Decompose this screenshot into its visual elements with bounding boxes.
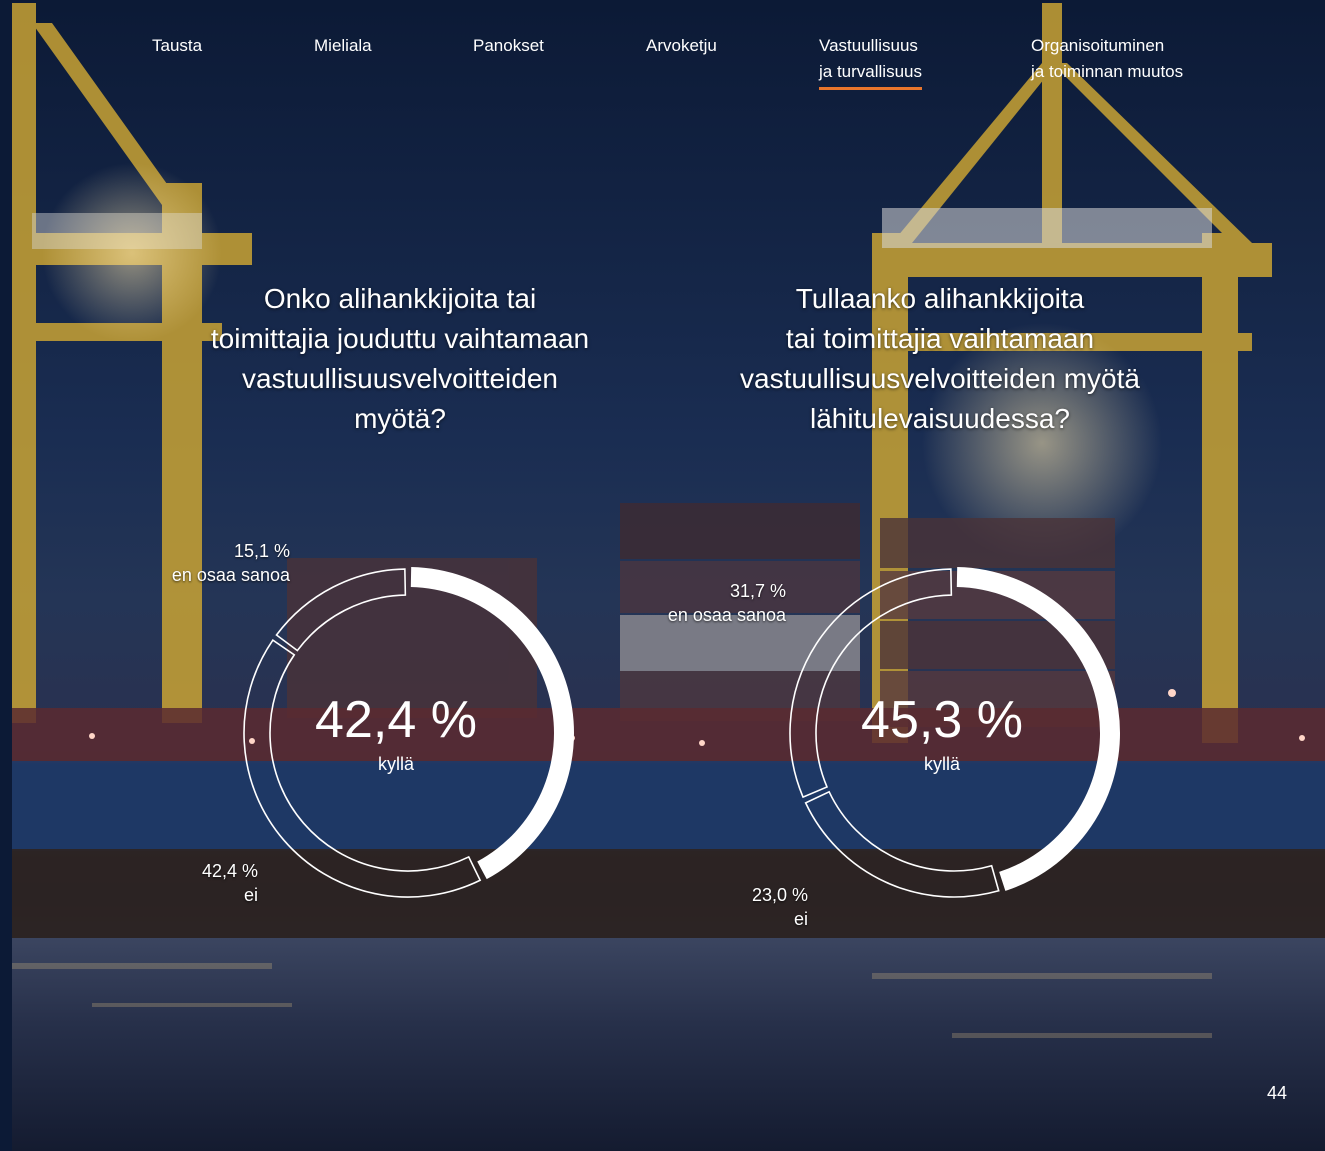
slice-value: 23,0 % [751,885,808,905]
slice-value: 42,4 % [201,861,258,881]
slice-value: 15,1 % [233,541,290,561]
chart-2-slice-label-ei: 23,0 % ei [712,883,808,931]
chart-1-highlight-label: kyllä [377,754,414,774]
chart-1-slice-label-en-osaa-sanoa: 15,1 % en osaa sanoa [142,539,290,587]
chart-2-slice-label-en-osaa-sanoa: 31,7 % en osaa sanoa [638,579,786,627]
slice-value: 31,7 % [729,581,786,601]
page-number: 44 [1267,1083,1288,1103]
slice-name: ei [793,909,808,929]
slice-name: ei [243,885,258,905]
chart-2-highlight-label: kyllä [923,754,960,774]
chart-1-slice-label-ei: 42,4 % ei [162,859,258,907]
donut-1-slice-en-osaa-sanoa [275,568,407,652]
slice-name: en osaa sanoa [667,605,786,625]
report-page: Tausta Mieliala Panokset Arvoketju Vastu… [12,3,1325,1151]
donut-2-slice-ei [804,790,1000,898]
chart-1-highlight-value: 42,4 % [315,691,477,749]
slice-name: en osaa sanoa [171,565,290,585]
chart-2-highlight-value: 45,3 % [861,691,1023,749]
